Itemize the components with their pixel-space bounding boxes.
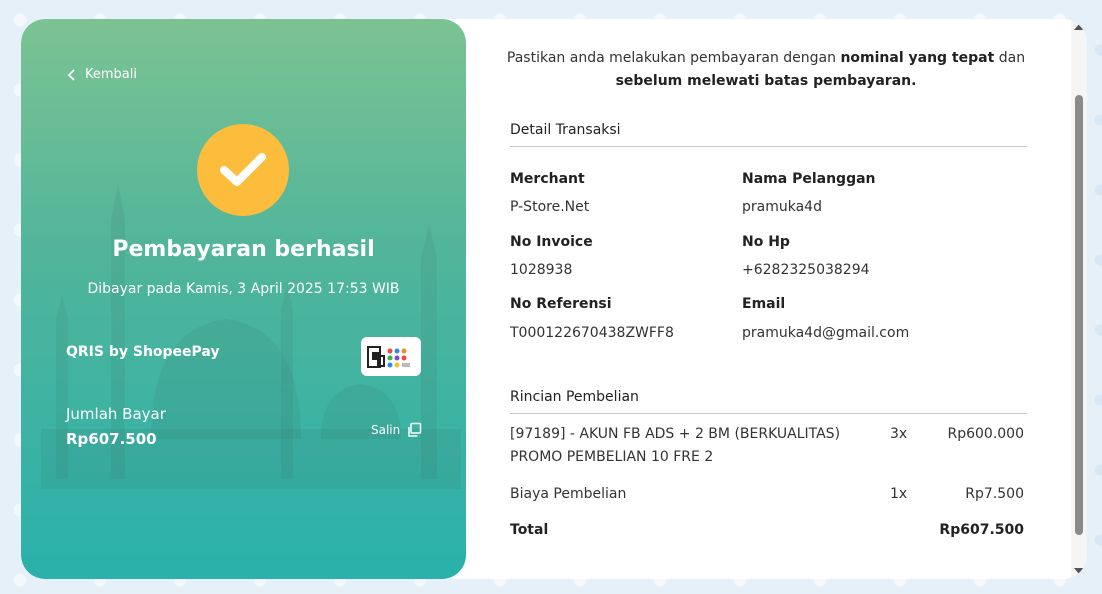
fee-price: Rp7.500 [965,486,1024,502]
purchase-item-description: [97189] - AKUN FB ADS + 2 BM (BERKUALITA… [510,423,870,469]
total-label: Total [510,522,549,538]
amount-label: Jumlah Bayar [66,405,166,423]
reference-value: T000122670438ZWFF8 [510,325,674,341]
chevron-left-icon [67,68,75,81]
qris-logo [361,337,421,376]
scroll-thumb[interactable] [1075,95,1083,535]
phone-label: No Hp [742,234,790,250]
invoice-label: No Invoice [510,234,593,250]
back-label: Kembali [85,67,137,82]
notice-bold-1: nominal yang tepat [840,50,995,66]
merchant-value: P-Store.Net [510,199,590,215]
scrollbar[interactable] [1071,19,1087,579]
payment-status-title: Pembayaran berhasil [112,237,375,262]
invoice-value: 1028938 [510,262,573,278]
paid-at-text: Dibayar pada Kamis, 3 April 2025 17:53 W… [87,281,400,297]
payment-status-panel: Kembali Pembayaran berhasil Dibayar pada… [21,19,466,579]
transaction-section-title: Detail Transaksi [510,122,1027,147]
success-badge [197,124,289,216]
copy-amount-button[interactable]: Salin [371,422,422,438]
item-desc-line-2: PROMO PEMBELIAN 10 FRE 2 [510,449,714,465]
checkmark-icon [220,153,266,186]
reference-label: No Referensi [510,296,612,312]
copy-icon [408,422,422,437]
payment-notice: Pastikan anda melakukan pembayaran denga… [466,47,1066,93]
customer-value: pramuka4d [742,199,822,215]
scroll-down-arrow-icon[interactable] [1074,568,1084,574]
fee-description: Biaya Pembelian [510,486,627,502]
notice-text-1: Pastikan anda melakukan pembayaran denga… [506,50,841,66]
payment-method-label: QRIS by ShopeePay [66,344,220,360]
mosque-silhouette [41,184,461,489]
item-desc-line-1: [97189] - AKUN FB ADS + 2 BM (BERKUALITA… [510,426,841,442]
qris-logo-icon [367,345,410,368]
amount-value: Rp607.500 [66,430,157,448]
purchase-section-title: Rincian Pembelian [510,389,1027,414]
copy-label: Salin [371,423,401,437]
transaction-details-panel: Pastikan anda melakukan pembayaran denga… [466,19,1087,579]
notice-text-2: dan [994,50,1026,66]
phone-value: +6282325038294 [742,262,870,278]
payment-card: Kembali Pembayaran berhasil Dibayar pada… [21,19,1087,579]
total-value: Rp607.500 [939,522,1024,538]
email-label: Email [742,296,786,312]
customer-label: Nama Pelanggan [742,171,876,187]
back-button[interactable]: Kembali [67,67,137,82]
purchase-item-qty: 3x [890,426,908,442]
notice-bold-2: sebelum melewati batas pembayaran. [615,73,917,89]
fee-qty: 1x [890,486,908,502]
email-value: pramuka4d@gmail.com [742,325,910,341]
purchase-item-price: Rp600.000 [947,426,1024,442]
scroll-up-arrow-icon[interactable] [1074,24,1084,30]
merchant-label: Merchant [510,171,585,187]
